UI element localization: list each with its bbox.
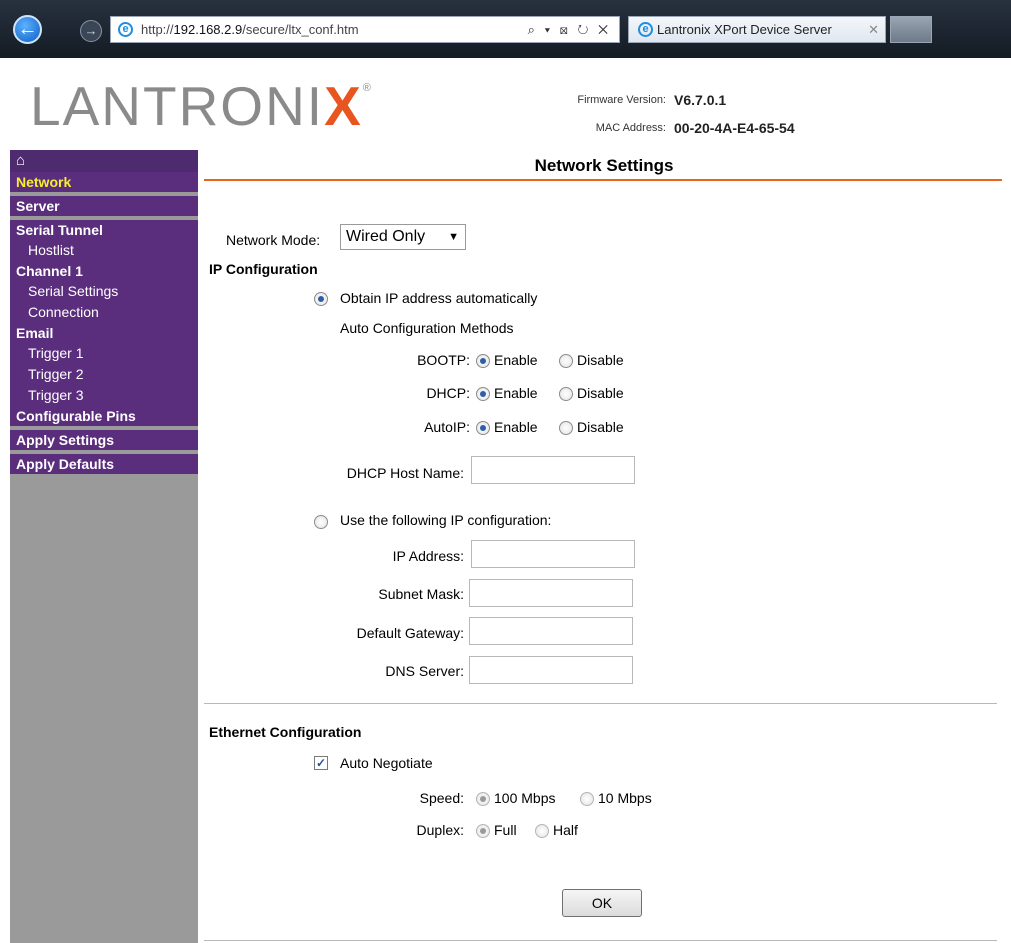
network-mode-select[interactable]: Wired Only ▼ <box>340 224 466 250</box>
network-mode-value: Wired Only <box>346 228 426 245</box>
address-bar[interactable]: e http://192.168.2.9/secure/ltx_conf.htm… <box>110 16 620 43</box>
tab-close-icon[interactable]: ✕ <box>868 17 879 42</box>
back-button[interactable]: ← <box>13 15 42 44</box>
gateway-label: Default Gateway: <box>356 625 464 641</box>
chevron-down-icon: ▼ <box>448 231 459 243</box>
dhcp-host-field[interactable] <box>471 456 635 484</box>
sidebar-group-server: Server <box>10 196 198 220</box>
sidebar-item-server[interactable]: Server <box>10 196 198 216</box>
sidebar-item-apply-settings[interactable]: Apply Settings <box>10 430 198 450</box>
tab-title: Lantronix XPort Device Server <box>657 22 832 37</box>
dhcp-disable-radio[interactable] <box>559 387 573 401</box>
firmware-label: Firmware Version: <box>577 94 666 106</box>
mac-label: MAC Address: <box>595 122 666 134</box>
ok-button[interactable]: OK <box>562 889 642 917</box>
browser-tab[interactable]: e Lantronix XPort Device Server ✕ <box>628 16 886 43</box>
sidebar-item-network[interactable]: Network <box>10 172 198 192</box>
obtain-auto-radio[interactable] <box>314 292 328 306</box>
use-following-label: Use the following IP configuration: <box>340 512 552 528</box>
sidebar-item-hostlist[interactable]: Hostlist <box>10 240 198 261</box>
network-mode-label: Network Mode: <box>226 232 321 248</box>
duplex-half-label: Half <box>553 822 578 838</box>
dhcp-disable-label: Disable <box>577 385 624 401</box>
dhcp-enable-label: Enable <box>494 385 538 401</box>
speed-100-radio[interactable] <box>476 792 490 806</box>
sidebar-item-trigger1[interactable]: Trigger 1 <box>10 343 198 364</box>
ip-address-label: IP Address: <box>392 548 464 564</box>
speed-10-radio[interactable] <box>580 792 594 806</box>
auto-negotiate-label: Auto Negotiate <box>340 755 433 771</box>
dns-label: DNS Server: <box>385 663 464 679</box>
ip-config-heading: IP Configuration <box>209 261 318 277</box>
page-header: LANTRONIX® Firmware Version: V6.7.0.1 MA… <box>10 60 1011 148</box>
sidebar-item-apply-defaults[interactable]: Apply Defaults <box>10 454 198 474</box>
sidebar-item-connection[interactable]: Connection <box>10 302 198 323</box>
autoip-disable-radio[interactable] <box>559 421 573 435</box>
subnet-field[interactable] <box>469 579 633 607</box>
page-title: Network Settings <box>534 156 674 175</box>
firmware-value: V6.7.0.1 <box>674 92 727 108</box>
sidebar-group-apply-settings: Apply Settings <box>10 430 198 454</box>
ie-icon: e <box>638 22 653 38</box>
auto-methods-label: Auto Configuration Methods <box>340 320 514 336</box>
sidebar-item-email[interactable]: Email <box>10 323 198 343</box>
browser-toolbar: ← → e http://192.168.2.9/secure/ltx_conf… <box>0 0 1011 58</box>
duplex-label: Duplex: <box>416 822 464 838</box>
sidebar-item-trigger2[interactable]: Trigger 2 <box>10 364 198 385</box>
speed-label: Speed: <box>419 790 464 806</box>
ethernet-heading: Ethernet Configuration <box>209 724 362 740</box>
bootp-enable-radio[interactable] <box>476 354 490 368</box>
autoip-label: AutoIP: <box>424 419 470 435</box>
dhcp-enable-radio[interactable] <box>476 387 490 401</box>
sidebar-item-trigger3[interactable]: Trigger 3 <box>10 385 198 406</box>
obtain-auto-label: Obtain IP address automatically <box>340 290 538 306</box>
sidebar-item-channel1[interactable]: Channel 1 <box>10 261 198 281</box>
speed-10-label: 10 Mbps <box>598 790 652 806</box>
dns-field[interactable] <box>469 656 633 684</box>
bootp-enable-label: Enable <box>494 352 538 368</box>
address-url: http://192.168.2.9/secure/ltx_conf.htm <box>141 22 359 37</box>
ip-address-field[interactable] <box>471 540 635 568</box>
use-following-radio[interactable] <box>314 515 328 529</box>
mac-value: 00-20-4A-E4-65-54 <box>674 120 795 136</box>
dhcp-host-label: DHCP Host Name: <box>346 465 464 481</box>
subnet-label: Subnet Mask: <box>378 586 464 602</box>
bootp-label: BOOTP: <box>417 352 470 368</box>
lantronix-logo: LANTRONIX® <box>30 75 373 137</box>
main-content: Network Settings Network Mode: Wired Onl… <box>204 150 1004 943</box>
ie-icon: e <box>118 22 133 37</box>
title-divider <box>204 179 1002 181</box>
duplex-full-radio[interactable] <box>476 824 490 838</box>
sidebar-group-serial: Serial Tunnel Hostlist Channel 1 Serial … <box>10 220 198 430</box>
sidebar-nav: ⌂ Network Server Serial Tunnel Hostlist … <box>10 150 198 943</box>
duplex-half-radio[interactable] <box>535 824 549 838</box>
sidebar-item-serial-tunnel[interactable]: Serial Tunnel <box>10 220 198 240</box>
bootp-disable-label: Disable <box>577 352 624 368</box>
auto-negotiate-checkbox[interactable]: ✓ <box>314 756 328 770</box>
autoip-disable-label: Disable <box>577 419 624 435</box>
address-tools[interactable]: ⌕ ▾ ⊠ ↻ ✕ <box>528 17 611 42</box>
home-icon[interactable]: ⌂ <box>10 150 198 172</box>
new-tab-button[interactable] <box>890 16 932 43</box>
dhcp-label: DHCP: <box>426 385 470 401</box>
sidebar-group-apply-defaults: Apply Defaults <box>10 454 198 478</box>
bottom-divider <box>204 940 997 941</box>
gateway-field[interactable] <box>469 617 633 645</box>
speed-100-label: 100 Mbps <box>494 790 556 806</box>
bootp-disable-radio[interactable] <box>559 354 573 368</box>
sidebar-item-serial-settings[interactable]: Serial Settings <box>10 281 198 302</box>
duplex-full-label: Full <box>494 822 517 838</box>
autoip-enable-radio[interactable] <box>476 421 490 435</box>
autoip-enable-label: Enable <box>494 419 538 435</box>
section-divider <box>204 703 997 704</box>
sidebar-item-configurable-pins[interactable]: Configurable Pins <box>10 406 198 426</box>
forward-button[interactable]: → <box>80 20 102 42</box>
sidebar-group-network: Network <box>10 172 198 196</box>
